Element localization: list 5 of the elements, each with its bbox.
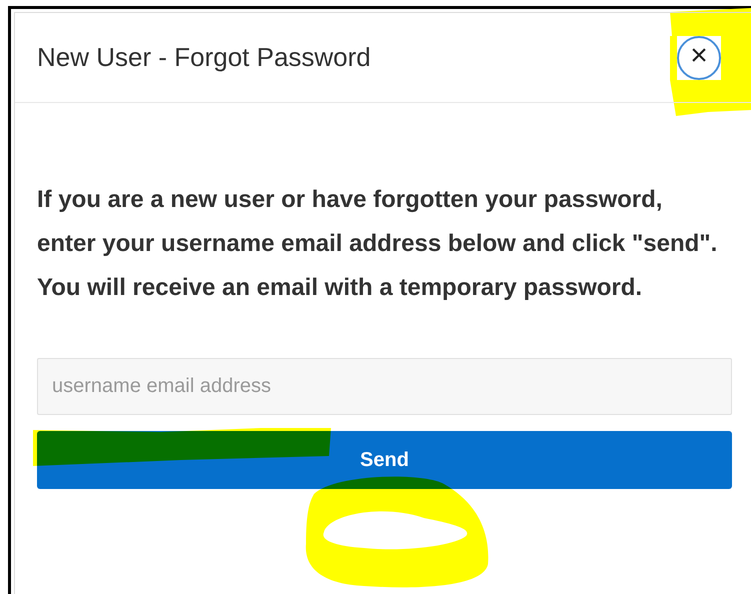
close-button[interactable]: ×: [677, 36, 721, 80]
send-button[interactable]: Send: [37, 431, 732, 489]
dialog-title: New User - Forgot Password: [37, 41, 371, 74]
instructions-text: If you are a new user or have forgotten your password, enter your username email address below and click "send". You will receive an email with a temporary password.: [37, 185, 718, 303]
email-field[interactable]: username email address: [37, 358, 732, 415]
